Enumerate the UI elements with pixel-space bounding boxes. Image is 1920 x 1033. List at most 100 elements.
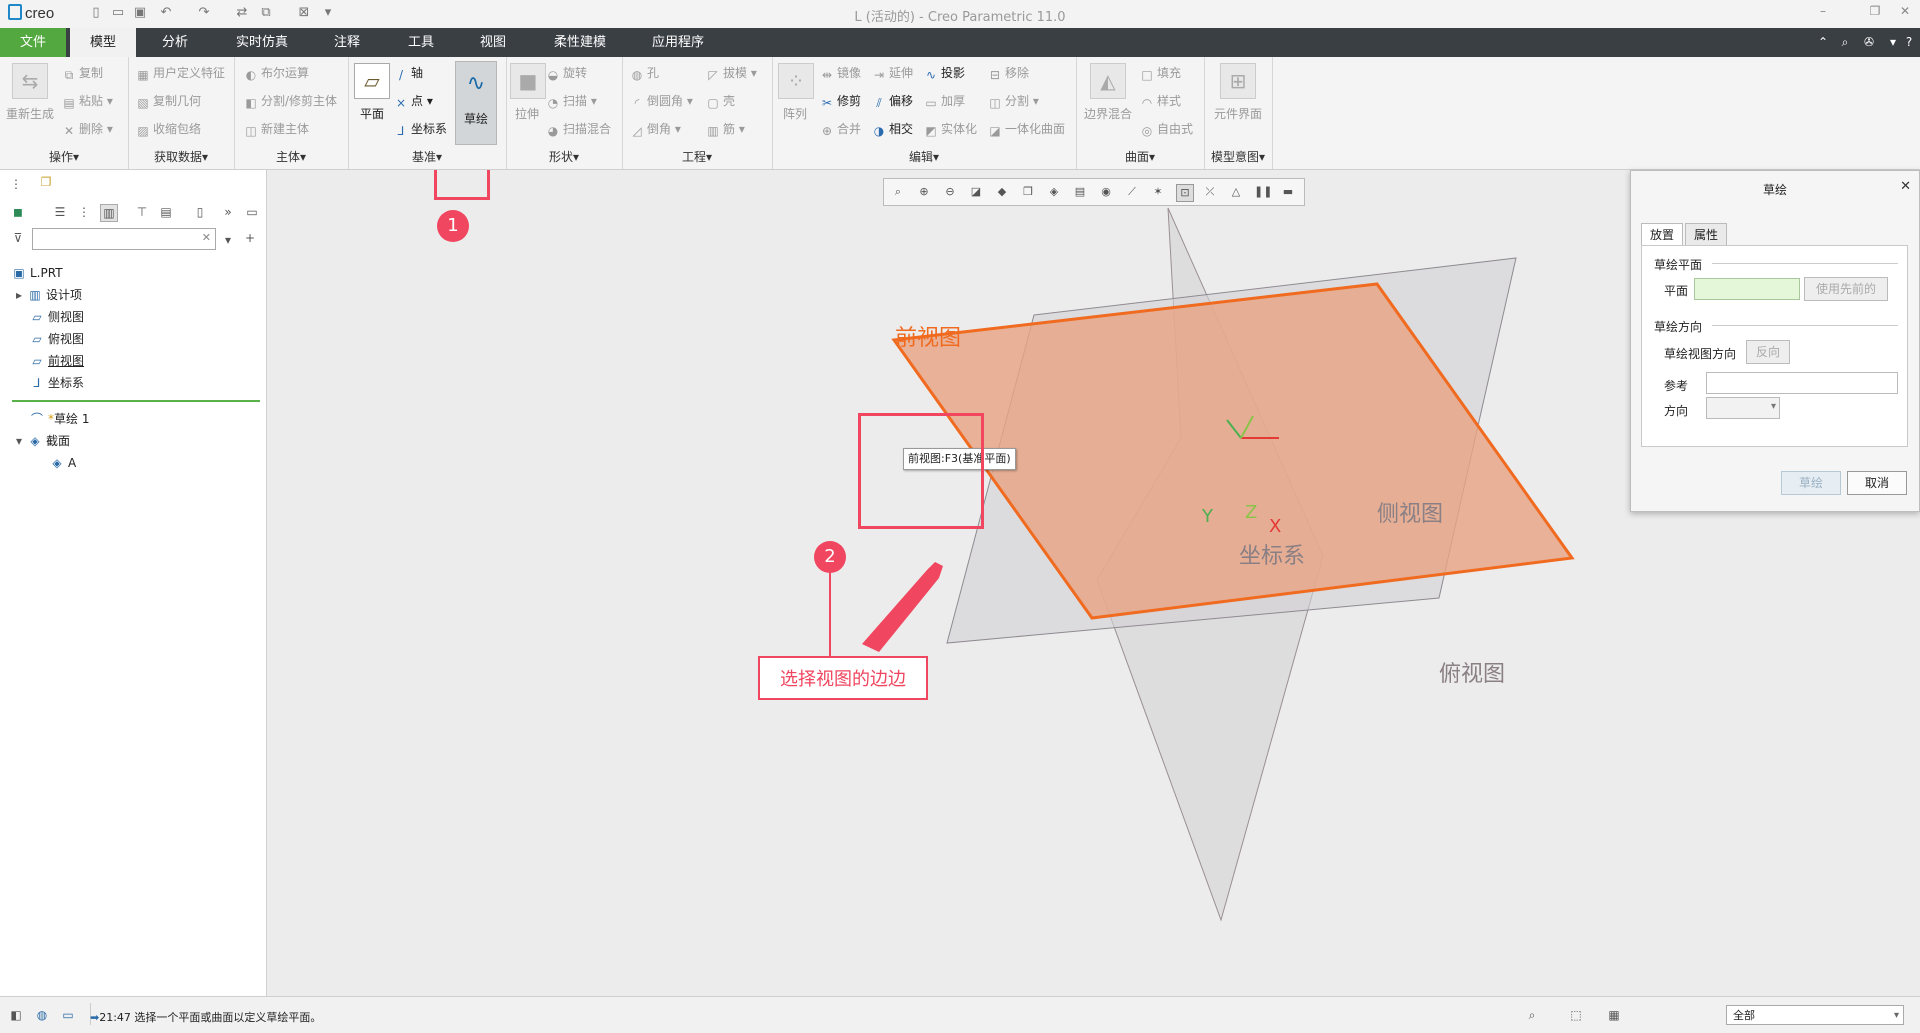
revolve-button[interactable]: ◒ 旋转 xyxy=(546,64,587,82)
selected-items-icon[interactable]: ▦ xyxy=(1606,1007,1622,1023)
tab-properties[interactable]: 属性 xyxy=(1685,223,1728,246)
refit-icon[interactable]: ⌕ xyxy=(890,184,906,200)
view-manager-icon[interactable]: ◈ xyxy=(1046,184,1062,200)
annotation-display-icon[interactable]: ✶ xyxy=(1150,184,1166,200)
tree-item-part[interactable]: ▣ L.PRT xyxy=(12,264,62,282)
shell-button[interactable]: ▢ 壳 xyxy=(706,92,735,110)
round-button[interactable]: ◜ 倒圆角 ▾ xyxy=(630,92,693,110)
split-button[interactable]: ◫ 分割 ▾ xyxy=(988,92,1039,110)
tree-item-section[interactable]: ▾ ◈ 截面 xyxy=(16,432,70,450)
unify-button[interactable]: ◪ 一体化曲面 xyxy=(988,120,1065,138)
trim-button[interactable]: ✂ 修剪 xyxy=(820,92,861,110)
sketch-button[interactable]: ∿ 草绘 xyxy=(455,61,497,145)
remove-button[interactable]: ⊟ 移除 xyxy=(988,64,1029,82)
model-tree-icon[interactable]: ◼ xyxy=(10,204,26,220)
paste-button[interactable]: ▤ 粘贴 ▾ xyxy=(62,92,113,110)
selection-box-icon[interactable]: ⬚ xyxy=(1568,1007,1584,1023)
direction-select[interactable]: ▾ xyxy=(1706,397,1780,419)
restore-icon[interactable]: ❐ xyxy=(1864,4,1886,22)
notes-icon[interactable]: ▭ xyxy=(244,204,260,220)
help-icon[interactable]: ? xyxy=(1900,28,1918,57)
thicken-button[interactable]: ▭ 加厚 xyxy=(924,92,965,110)
use-previous-button[interactable]: 使用先前的 xyxy=(1804,277,1888,301)
boundary-blend-button[interactable]: ◭ 边界混合 xyxy=(1080,63,1136,122)
spin-center-icon[interactable]: ⊡ xyxy=(1176,184,1194,202)
appearance-icon[interactable]: ▬ xyxy=(1280,184,1296,200)
clear-search-icon[interactable]: ✕ xyxy=(202,231,211,244)
group-surfaces-label[interactable]: 曲面▾ xyxy=(1076,148,1204,165)
collapse-icon[interactable]: ▾ xyxy=(16,434,22,448)
copy-button[interactable]: ⧉ 复制 xyxy=(62,64,103,82)
rib-button[interactable]: ▥ 筋 ▾ xyxy=(706,120,745,138)
tab-placement[interactable]: 放置 xyxy=(1641,223,1684,246)
extend-button[interactable]: ⇥ 延伸 xyxy=(872,64,913,82)
plane-collector[interactable] xyxy=(1694,278,1800,300)
group-engineering-label[interactable]: 工程▾ xyxy=(622,148,772,165)
sweep-button[interactable]: ◔ 扫描 ▾ xyxy=(546,92,597,110)
regenerate-button[interactable]: ⇆ 重新生成 xyxy=(4,63,56,122)
tree-filters-icon[interactable]: ☰ xyxy=(52,204,68,220)
tab-tools[interactable]: 工具 xyxy=(388,28,454,57)
tree-item-design-items[interactable]: ▸ ▥ 设计项 xyxy=(16,286,82,304)
zoom-out-icon[interactable]: ⊖ xyxy=(942,184,958,200)
chamfer-button[interactable]: ◿ 倒角 ▾ xyxy=(630,120,680,138)
graduation-cap-icon[interactable]: ✇ xyxy=(1860,28,1878,57)
point-button[interactable]: × 点 ▾ xyxy=(394,92,433,110)
tab-view[interactable]: 视图 xyxy=(460,28,526,57)
group-datum-label[interactable]: 基准▾ xyxy=(348,148,506,165)
perspective-icon[interactable]: ▤ xyxy=(1072,184,1088,200)
section-view-icon[interactable]: ◉ xyxy=(1098,184,1114,200)
browser-toggle-icon[interactable]: ◍ xyxy=(34,1007,50,1023)
group-model-intent-label[interactable]: 模型意图▾ xyxy=(1204,148,1272,165)
cancel-button[interactable]: 取消 xyxy=(1847,471,1907,495)
tree-item-section-a[interactable]: ◈ A xyxy=(50,454,76,472)
fill-button[interactable]: □ 填充 xyxy=(1140,64,1181,82)
shrinkwrap-button[interactable]: ▨ 收缩包络 xyxy=(136,120,201,138)
tab-applications[interactable]: 应用程序 xyxy=(636,28,720,57)
group-operations-label[interactable]: 操作▾ xyxy=(0,148,128,165)
tree-item-top[interactable]: ▱ 俯视图 xyxy=(30,330,84,348)
expand-icon[interactable]: ▸ xyxy=(16,288,22,302)
sketch-ok-button[interactable]: 草绘 xyxy=(1781,471,1841,495)
layers-icon[interactable]: ▤ xyxy=(158,204,174,220)
filter-dropdown-icon[interactable]: ▾ xyxy=(220,232,236,248)
selection-filter-select[interactable]: 全部 ▾ xyxy=(1726,1005,1904,1025)
minimize-icon[interactable]: – xyxy=(1812,4,1834,22)
tab-flexible-modeling[interactable]: 柔性建模 xyxy=(540,28,620,57)
datum-display-icon[interactable]: ⟋ xyxy=(1124,184,1140,200)
mirror-button[interactable]: ⇹ 镜像 xyxy=(820,64,861,82)
insert-here-line[interactable] xyxy=(12,400,260,402)
group-body-label[interactable]: 主体▾ xyxy=(234,148,348,165)
close-icon[interactable]: ✕ xyxy=(1900,179,1911,194)
tab-simulation[interactable]: 实时仿真 xyxy=(222,28,302,57)
tab-analysis[interactable]: 分析 xyxy=(142,28,208,57)
folder-browser-tab-icon[interactable]: ❐ xyxy=(38,174,54,190)
pause-icon[interactable]: ❚❚ xyxy=(1254,184,1272,200)
navigator-toggle-icon[interactable]: ◧ xyxy=(8,1007,24,1023)
group-shapes-label[interactable]: 形状▾ xyxy=(506,148,622,165)
show-icon[interactable]: ▥ xyxy=(100,204,118,222)
csys-button[interactable]: ⅃ 坐标系 xyxy=(394,120,447,138)
pattern-button[interactable]: ⁘ 阵列 xyxy=(778,63,814,122)
settings-tree-icon[interactable]: ⊤ xyxy=(134,204,150,220)
udf-button[interactable]: ▦ 用户定义特征 xyxy=(136,64,225,82)
hole-button[interactable]: ◍ 孔 xyxy=(630,64,659,82)
tree-item-sketch1[interactable]: ⌒ *草绘 1 xyxy=(30,410,89,428)
search-icon[interactable]: ⌕ xyxy=(1836,28,1854,57)
zoom-in-icon[interactable]: ⊕ xyxy=(916,184,932,200)
plane-button[interactable]: ▱ 平面 xyxy=(354,63,390,122)
tree-item-right[interactable]: ▱ 侧视图 xyxy=(30,308,84,326)
solidify-button[interactable]: ◩ 实体化 xyxy=(924,120,977,138)
copy-geometry-button[interactable]: ▧ 复制几何 xyxy=(136,92,201,110)
find-icon[interactable]: ⌕ xyxy=(1524,1007,1540,1023)
details-icon[interactable]: ▯ xyxy=(192,204,208,220)
more-icon[interactable]: » xyxy=(220,204,236,220)
add-filter-icon[interactable]: + xyxy=(242,230,258,246)
model-tree-tab-icon[interactable]: ⋮ xyxy=(8,176,24,192)
tree-search-input[interactable]: ✕ xyxy=(32,228,216,250)
merge-button[interactable]: ⊕ 合并 xyxy=(820,120,861,138)
intersect-button[interactable]: ◑ 相交 xyxy=(872,120,913,138)
delete-button[interactable]: ✕ 删除 ▾ xyxy=(62,120,113,138)
tree-item-front[interactable]: ▱ 前视图 xyxy=(30,352,84,370)
boolean-button[interactable]: ◐ 布尔运算 xyxy=(244,64,309,82)
